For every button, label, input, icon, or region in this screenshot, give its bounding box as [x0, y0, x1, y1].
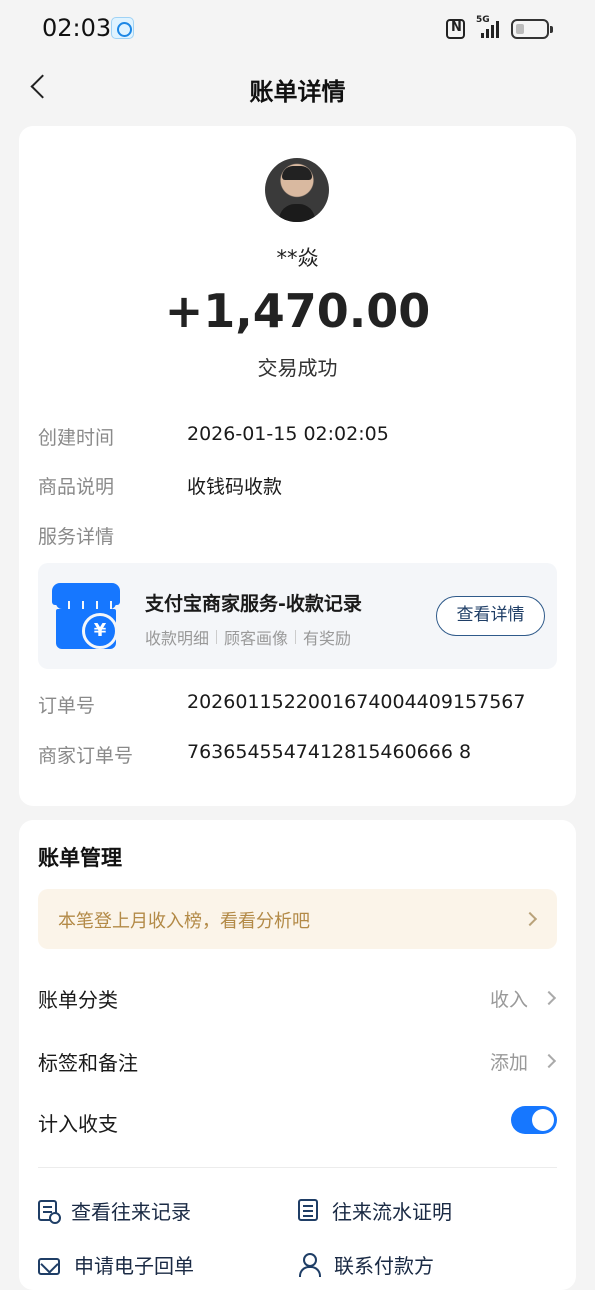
battery-icon [511, 19, 553, 39]
product-label: 商品说明 [38, 476, 115, 498]
order-number-value: 2026011522001674004409157567 [187, 691, 526, 713]
created-time-value: 2026-01-15 02:02:05 [187, 423, 389, 445]
divider [38, 1167, 557, 1168]
transaction-proof-action[interactable]: 往来流水证明 [298, 1194, 452, 1226]
payer-name: **焱 [276, 246, 319, 270]
product-value: 收钱码收款 [187, 476, 283, 498]
tags-notes-value[interactable]: 添加 [490, 1048, 528, 1075]
count-in-budget-label: 计入收支 [38, 1112, 118, 1136]
mail-icon [38, 1257, 60, 1275]
service-label: 服务详情 [38, 526, 115, 548]
action-label: 申请电子回单 [74, 1253, 194, 1278]
transaction-amount: +1,470.00 [164, 284, 431, 338]
status-indicators: 5G [446, 15, 553, 41]
bill-category-label: 账单分类 [38, 988, 118, 1012]
service-tag: 有奖励 [303, 629, 352, 648]
avatar[interactable] [265, 158, 329, 222]
view-records-action[interactable]: 查看往来记录 [38, 1194, 191, 1226]
action-label: 联系付款方 [334, 1253, 434, 1278]
view-details-button[interactable]: 查看详情 [436, 596, 545, 636]
count-in-budget-toggle[interactable] [511, 1106, 557, 1134]
service-tag: 顾客画像 [224, 629, 289, 648]
chevron-right-icon [522, 911, 538, 927]
contact-person-icon [298, 1252, 321, 1277]
contact-payer-action[interactable]: 联系付款方 [298, 1248, 434, 1280]
income-insight-banner[interactable]: 本笔登上月收入榜，看看分析吧 [38, 889, 557, 949]
page-title: 账单详情 [249, 78, 346, 106]
nfc-icon [446, 19, 465, 39]
document-proof-icon [298, 1199, 318, 1221]
service-title: 支付宝商家服务-收款记录 [145, 593, 362, 615]
order-number-label: 订单号 [38, 695, 96, 717]
status-bar: 02:03 5G [0, 0, 595, 58]
merchant-service-card[interactable]: ¥ 支付宝商家服务-收款记录 收款明细 顾客画像 有奖励 查看详情 [38, 563, 557, 669]
service-tags: 收款明细 顾客画像 有奖励 [145, 625, 351, 649]
chevron-right-icon [541, 990, 557, 1006]
merchant-order-label: 商家订单号 [38, 745, 134, 767]
created-time-label: 创建时间 [38, 427, 115, 449]
status-time: 02:03 [42, 14, 112, 42]
nav-bar: 账单详情 [0, 58, 595, 116]
records-search-icon [38, 1199, 61, 1224]
bill-category-value[interactable]: 收入 [490, 985, 528, 1012]
bill-management-card: 账单管理 本笔登上月收入榜，看看分析吧 账单分类 收入 标签和备注 添加 计入收… [19, 820, 576, 1290]
transaction-card: **焱 +1,470.00 交易成功 创建时间 2026-01-15 02:02… [19, 126, 576, 806]
action-label: 往来流水证明 [332, 1199, 452, 1224]
signal-icon: 5G [473, 15, 503, 40]
app-notification-icon [111, 17, 134, 39]
tags-notes-label: 标签和备注 [38, 1051, 138, 1075]
network-type: 5G [476, 15, 490, 25]
merchant-store-icon: ¥ [52, 583, 120, 649]
e-receipt-action[interactable]: 申请电子回单 [38, 1248, 194, 1280]
insight-text: 本笔登上月收入榜，看看分析吧 [58, 911, 310, 932]
merchant-order-value: 7636545547412815460666 8 [187, 741, 472, 763]
section-title: 账单管理 [38, 846, 122, 870]
transaction-status: 交易成功 [257, 356, 338, 380]
chevron-right-icon [541, 1053, 557, 1069]
action-label: 查看往来记录 [71, 1199, 191, 1224]
service-tag: 收款明细 [145, 629, 210, 648]
